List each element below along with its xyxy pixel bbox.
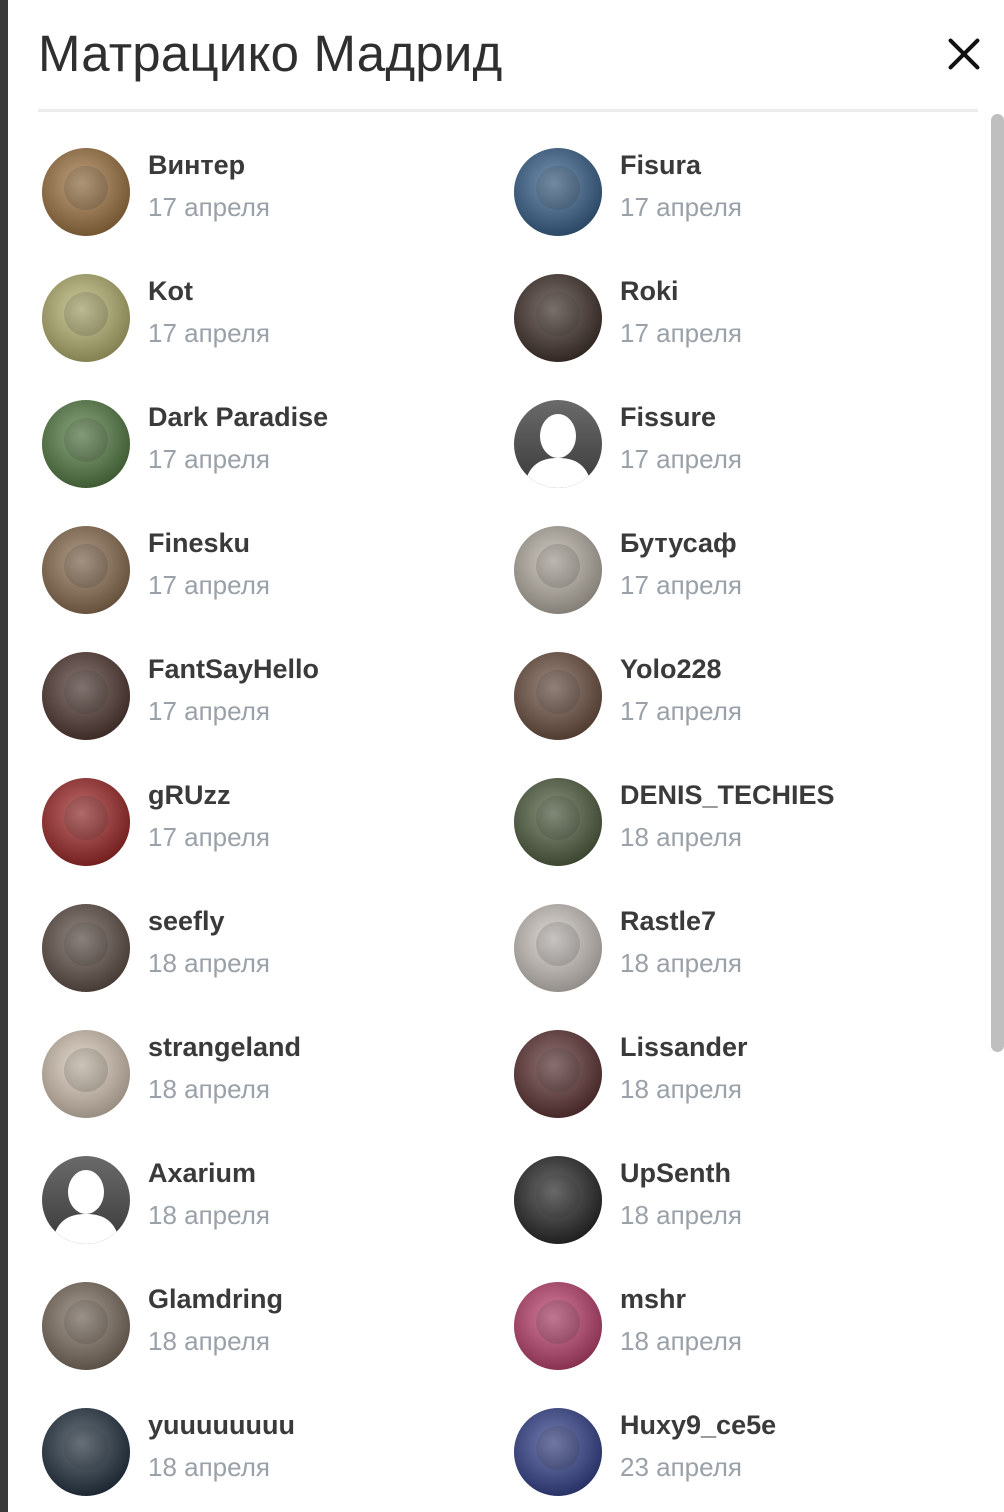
- member-name[interactable]: Rastle7: [620, 906, 716, 937]
- bunny-avatar[interactable]: [514, 1030, 602, 1118]
- member-item[interactable]: Huxy9_ce5e 23 апреля: [514, 1408, 982, 1512]
- member-item[interactable]: mshr 18 апреля: [514, 1282, 982, 1408]
- member-item[interactable]: Lissander 18 апреля: [514, 1030, 982, 1156]
- night-sky-avatar[interactable]: [42, 1408, 130, 1496]
- member-date: 17 апреля: [620, 318, 742, 348]
- member-name[interactable]: Dark Paradise: [148, 402, 328, 433]
- member-date: 18 апреля: [148, 1326, 270, 1356]
- member-name[interactable]: Axarium: [148, 1158, 256, 1189]
- member-date: 18 апреля: [148, 1452, 270, 1482]
- member-item[interactable]: yuuuuuuuu 18 апреля: [42, 1408, 514, 1512]
- member-date: 18 апреля: [148, 1200, 270, 1230]
- member-item[interactable]: Rastle7 18 апреля: [514, 904, 982, 1030]
- member-date: 18 апреля: [620, 1326, 742, 1356]
- member-item[interactable]: Fisura 17 апреля: [514, 148, 982, 274]
- member-name[interactable]: Huxy9_ce5e: [620, 1410, 776, 1441]
- member-name[interactable]: Kot: [148, 276, 193, 307]
- member-date: 17 апреля: [148, 570, 270, 600]
- member-name[interactable]: DENIS_TECHIES: [620, 780, 835, 811]
- red-creature-avatar[interactable]: [42, 778, 130, 866]
- member-name[interactable]: Lissander: [620, 1032, 748, 1063]
- member-date: 17 апреля: [148, 444, 270, 474]
- member-date: 17 апреля: [148, 696, 270, 726]
- modal-header: Матрацико Мадрид: [38, 0, 978, 112]
- member-name[interactable]: FantSayHello: [148, 654, 319, 685]
- close-icon[interactable]: [944, 34, 984, 74]
- modal-title: Матрацико Мадрид: [38, 25, 503, 82]
- twins-avatar[interactable]: [42, 1030, 130, 1118]
- member-name[interactable]: mshr: [620, 1284, 686, 1315]
- default-user-avatar[interactable]: [514, 400, 602, 488]
- neon-girl-avatar[interactable]: [514, 1282, 602, 1370]
- man-suit-avatar[interactable]: [42, 904, 130, 992]
- pilot-cat-avatar[interactable]: [42, 526, 130, 614]
- beaver-avatar[interactable]: [514, 778, 602, 866]
- bearded-man-avatar[interactable]: [514, 652, 602, 740]
- dark-portrait-avatar[interactable]: [514, 274, 602, 362]
- member-name[interactable]: Бутусаф: [620, 528, 737, 559]
- member-item[interactable]: Glamdring 18 апреля: [42, 1282, 514, 1408]
- young-man-avatar[interactable]: [514, 1408, 602, 1496]
- soldier-avatar[interactable]: [42, 652, 130, 740]
- man-sign-avatar[interactable]: [42, 1282, 130, 1370]
- member-date: 18 апреля: [620, 1200, 742, 1230]
- member-date: 17 апреля: [620, 192, 742, 222]
- member-date: 17 апреля: [620, 444, 742, 474]
- hooded-figure-avatar[interactable]: [514, 1156, 602, 1244]
- cat-glasses-avatar[interactable]: [42, 274, 130, 362]
- member-name[interactable]: UpSenth: [620, 1158, 731, 1189]
- member-item[interactable]: Dark Paradise 17 апреля: [42, 400, 514, 526]
- page-backdrop: [0, 0, 8, 1512]
- member-item[interactable]: Fissure 17 апреля: [514, 400, 982, 526]
- member-name[interactable]: yuuuuuuuu: [148, 1410, 295, 1441]
- member-item[interactable]: Бутусаф 17 апреля: [514, 526, 982, 652]
- member-item[interactable]: seefly 18 апреля: [42, 904, 514, 1030]
- member-item[interactable]: Finesku 17 апреля: [42, 526, 514, 652]
- member-name[interactable]: Glamdring: [148, 1284, 283, 1315]
- cat-garden-avatar[interactable]: [42, 400, 130, 488]
- member-name[interactable]: Finesku: [148, 528, 250, 559]
- member-item[interactable]: Винтер 17 апреля: [42, 148, 514, 274]
- member-date: 18 апреля: [620, 1074, 742, 1104]
- member-date: 18 апреля: [148, 1074, 270, 1104]
- member-name[interactable]: seefly: [148, 906, 225, 937]
- lion-avatar[interactable]: [42, 148, 130, 236]
- member-name[interactable]: strangeland: [148, 1032, 301, 1063]
- member-date: 17 апреля: [148, 822, 270, 852]
- member-date: 17 апреля: [620, 696, 742, 726]
- member-item[interactable]: Roki 17 апреля: [514, 274, 982, 400]
- member-date: 17 апреля: [620, 570, 742, 600]
- member-date: 23 апреля: [620, 1452, 742, 1482]
- member-item[interactable]: DENIS_TECHIES 18 апреля: [514, 778, 982, 904]
- member-item[interactable]: Axarium 18 апреля: [42, 1156, 514, 1282]
- white-cat-avatar[interactable]: [514, 526, 602, 614]
- member-item[interactable]: Kot 17 апреля: [42, 274, 514, 400]
- member-item[interactable]: Yolo228 17 апреля: [514, 652, 982, 778]
- member-item[interactable]: UpSenth 18 апреля: [514, 1156, 982, 1282]
- member-date: 18 апреля: [148, 948, 270, 978]
- man-cap-avatar[interactable]: [514, 148, 602, 236]
- member-date: 17 апреля: [148, 192, 270, 222]
- member-name[interactable]: Fissure: [620, 402, 716, 433]
- member-date: 18 апреля: [620, 822, 742, 852]
- member-name[interactable]: Fisura: [620, 150, 701, 181]
- member-date: 17 апреля: [148, 318, 270, 348]
- member-item[interactable]: gRUzz 17 апреля: [42, 778, 514, 904]
- default-user-avatar[interactable]: [42, 1156, 130, 1244]
- member-date: 18 апреля: [620, 948, 742, 978]
- member-item[interactable]: FantSayHello 17 апреля: [42, 652, 514, 778]
- members-modal: Матрацико Мадрид Винтер 17 апреля Fisura 17…: [8, 0, 1004, 1512]
- members-list: Винтер 17 апреля Fisura 17 апреля Kot 17 апре…: [42, 148, 982, 1512]
- member-name[interactable]: gRUzz: [148, 780, 231, 811]
- member-name[interactable]: Yolo228: [620, 654, 722, 685]
- member-name[interactable]: Roki: [620, 276, 679, 307]
- member-name[interactable]: Винтер: [148, 150, 245, 181]
- member-item[interactable]: strangeland 18 апреля: [42, 1030, 514, 1156]
- doll-avatar[interactable]: [514, 904, 602, 992]
- scrollbar[interactable]: [991, 114, 1004, 1052]
